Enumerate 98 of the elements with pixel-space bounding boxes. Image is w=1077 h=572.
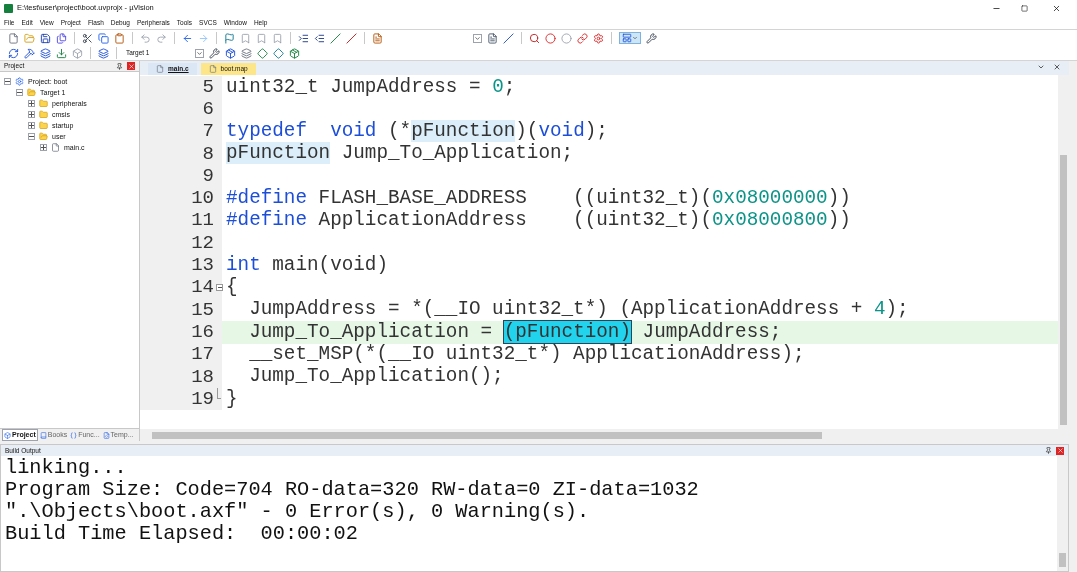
options-icon[interactable] — [209, 47, 220, 59]
layers-icon[interactable] — [241, 47, 252, 59]
code-line: Jump_To_Application(); — [248, 367, 504, 387]
link-icon[interactable] — [577, 32, 588, 44]
line-number: 8 — [202, 144, 214, 164]
outdent-icon[interactable] — [314, 32, 325, 44]
collapse-icon[interactable] — [4, 78, 11, 85]
tab-icon — [102, 431, 110, 439]
expand-icon[interactable] — [28, 100, 35, 107]
document-icon[interactable] — [487, 32, 498, 44]
caret-icon[interactable] — [1037, 63, 1045, 71]
line-number: 19 — [191, 389, 214, 409]
circle-icon[interactable] — [545, 32, 556, 44]
search-icon[interactable] — [529, 32, 540, 44]
cut-icon[interactable] — [82, 32, 93, 44]
file-icon — [208, 65, 217, 73]
folder-icon — [39, 132, 48, 141]
code-line: { — [226, 278, 238, 298]
code-line: pFunction Jump_To_Application; — [226, 144, 574, 164]
tab-icon — [39, 431, 47, 439]
line-number: 9 — [202, 166, 214, 186]
code-line: #define ApplicationAddress ((uint32_t)(0x08000800)) — [226, 211, 851, 231]
expand-icon[interactable] — [28, 111, 35, 118]
output-line: Build Time Elapsed: 00:00:02 — [5, 523, 359, 545]
output-line: Program Size: Code=704 RO-data=320 RW-data=0 ZI-data=1032 — [5, 479, 700, 501]
flag-icon[interactable] — [224, 32, 235, 44]
document-icon[interactable] — [372, 32, 383, 44]
wrench-icon[interactable] — [646, 32, 657, 44]
folder-icon — [39, 121, 48, 130]
code-line: #define FLASH_BASE_ADDRESS ((uint32_t)(0x08000000)) — [226, 189, 851, 209]
collapse-icon[interactable] — [16, 89, 23, 96]
uncomment-icon[interactable] — [346, 32, 357, 44]
line-number: 7 — [202, 122, 214, 142]
copy-icon[interactable] — [98, 32, 109, 44]
file-icon — [51, 143, 60, 152]
save-icon[interactable] — [40, 32, 51, 44]
caret-icon — [632, 35, 638, 41]
folder-icon — [27, 88, 36, 97]
expand-icon[interactable] — [40, 144, 47, 151]
line-number: 10 — [191, 189, 214, 209]
close-icon[interactable] — [1053, 63, 1061, 71]
tab-icon — [70, 431, 78, 439]
line-number: 16 — [191, 322, 214, 342]
dropdown[interactable] — [473, 33, 482, 43]
line-number: 14 — [191, 278, 214, 298]
caret-icon — [196, 49, 203, 57]
diamond-icon[interactable] — [273, 47, 284, 59]
new-file-icon[interactable] — [8, 32, 19, 44]
collapse-icon[interactable] — [28, 133, 35, 140]
file-icon — [156, 65, 164, 73]
code-line: Jump_To_Application = (pFunction) JumpAddress; — [248, 322, 782, 343]
back-arrow-icon[interactable] — [182, 32, 193, 44]
line-number: 17 — [191, 345, 214, 365]
package-icon[interactable] — [225, 47, 236, 59]
window-layout-button[interactable] — [619, 32, 641, 44]
vertical-scrollbar[interactable] — [1057, 456, 1068, 571]
fold-icon[interactable] — [216, 284, 223, 292]
line-number: 11 — [191, 211, 214, 231]
code-line: typedef void (*pFunction)(void); — [226, 122, 608, 142]
close-icon[interactable] — [1056, 446, 1064, 455]
build-icon[interactable] — [24, 47, 35, 59]
pin-icon[interactable] — [116, 62, 123, 70]
download-icon[interactable] — [56, 47, 67, 59]
line-number: 12 — [191, 233, 214, 253]
rebuild-icon[interactable] — [8, 47, 19, 59]
output-line: linking... — [5, 457, 128, 479]
save-all-icon[interactable] — [56, 32, 67, 44]
code-line: JumpAddress = *(__IO uint32_t*) (ApplicationAddress + 4); — [248, 300, 909, 320]
expand-icon[interactable] — [28, 122, 35, 129]
gear-icon — [15, 77, 24, 86]
line-number: 15 — [191, 300, 214, 320]
app-icon — [4, 3, 13, 13]
pin-icon[interactable] — [1045, 447, 1052, 454]
restore-icon[interactable] — [1021, 4, 1028, 12]
paste-icon[interactable] — [114, 32, 125, 44]
code-line: } — [226, 389, 238, 409]
code-line: __set_MSP(*(__IO uint32_t*) ApplicationAddress); — [248, 345, 805, 365]
indent-icon[interactable] — [298, 32, 309, 44]
line-number: 18 — [191, 367, 214, 387]
folder-icon — [39, 99, 48, 108]
folder-icon — [39, 110, 48, 119]
build-all-icon[interactable] — [40, 47, 51, 59]
line-number: 6 — [202, 99, 214, 119]
code-line: uint32_t JumpAddress = 0; — [226, 77, 516, 97]
comment-icon[interactable] — [330, 32, 341, 44]
package-icon[interactable] — [289, 47, 300, 59]
diamond-icon[interactable] — [257, 47, 268, 59]
output-line: ".\Objects\boot.axf" - 0 Error(s), 0 Warning(s). — [5, 501, 591, 523]
tab-icon — [4, 431, 11, 439]
window-layout-icon — [622, 33, 632, 43]
code-line: int main(void) — [226, 255, 388, 276]
line-number: 13 — [191, 256, 214, 275]
horizontal-scrollbar[interactable] — [140, 429, 1069, 441]
gear-icon[interactable] — [593, 32, 604, 44]
vertical-scrollbar[interactable] — [1058, 75, 1069, 429]
close-icon[interactable] — [1052, 3, 1061, 13]
caret-icon — [474, 34, 481, 42]
line-number: 5 — [202, 77, 214, 97]
